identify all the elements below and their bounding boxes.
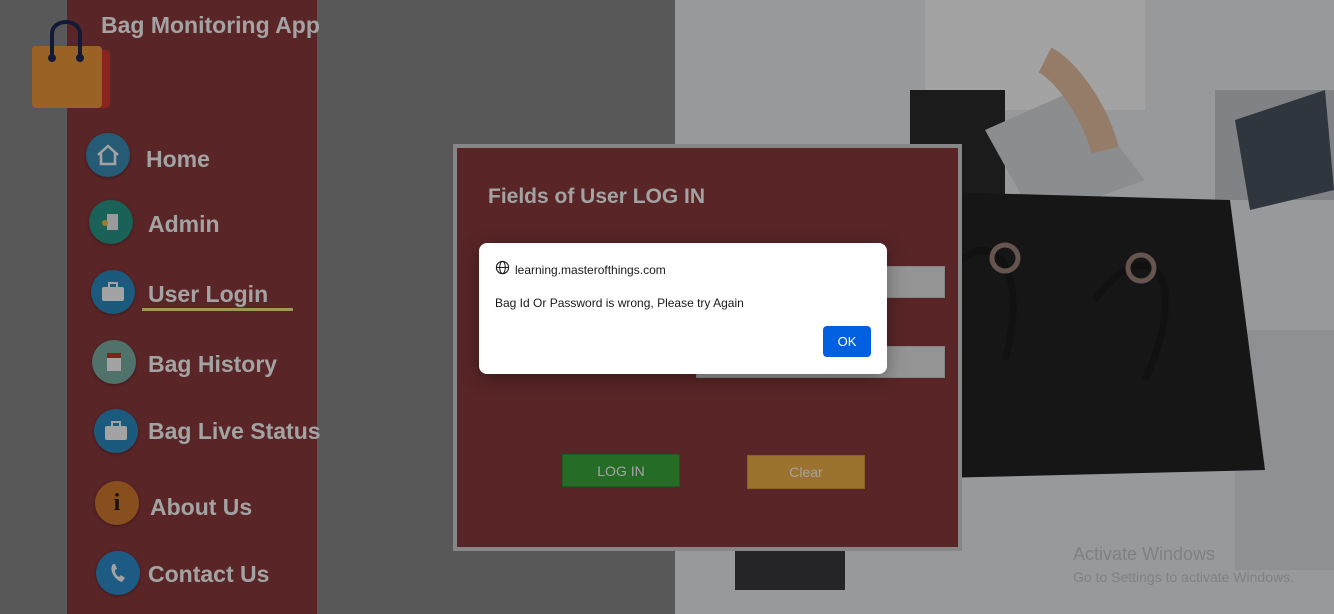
ok-button[interactable]: OK (823, 326, 871, 357)
dialog-origin: learning.masterofthings.com (495, 260, 666, 280)
globe-icon (495, 260, 510, 280)
dialog-origin-text: learning.masterofthings.com (515, 263, 666, 277)
alert-dialog: learning.masterofthings.com Bag Id Or Pa… (479, 243, 887, 374)
dialog-message: Bag Id Or Password is wrong, Please try … (495, 296, 744, 310)
